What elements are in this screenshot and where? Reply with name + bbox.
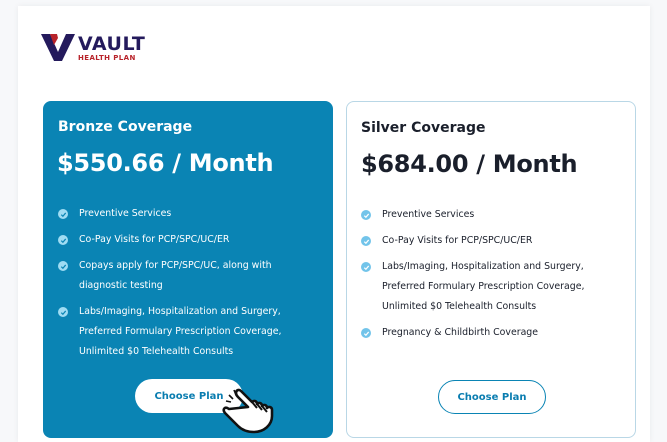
feature-text: Labs/Imaging, Hospitalization and Surger… xyxy=(79,306,282,357)
feature-text: Co-Pay Visits for PCP/SPC/UC/ER xyxy=(382,235,533,246)
feature-item: Copays apply for PCP/SPC/UC, along with … xyxy=(58,256,320,296)
check-circle-icon xyxy=(361,328,371,338)
plan-price: $550.66 / Month xyxy=(57,149,274,177)
check-circle-icon xyxy=(58,209,68,219)
check-circle-icon xyxy=(58,261,68,271)
feature-item: Preventive Services xyxy=(58,204,320,224)
vault-logo[interactable]: VAULT HEALTH PLAN xyxy=(41,34,145,68)
vault-v-logo-icon xyxy=(41,34,75,61)
check-circle-icon xyxy=(361,236,371,246)
feature-list: Preventive Services Co-Pay Visits for PC… xyxy=(58,204,320,368)
feature-text: Copays apply for PCP/SPC/UC, along with … xyxy=(79,260,272,291)
plan-title: Silver Coverage xyxy=(361,120,486,136)
logo-text: VAULT HEALTH PLAN xyxy=(78,34,145,62)
plan-card-silver: Silver Coverage $684.00 / Month Preventi… xyxy=(346,101,636,438)
hand-pointer-cursor-icon xyxy=(222,388,274,434)
feature-list: Preventive Services Co-Pay Visits for PC… xyxy=(361,205,623,349)
plan-price: $684.00 / Month xyxy=(361,150,578,178)
feature-text: Labs/Imaging, Hospitalization and Surger… xyxy=(382,261,585,312)
feature-text: Co-Pay Visits for PCP/SPC/UC/ER xyxy=(79,234,230,245)
feature-item: Co-Pay Visits for PCP/SPC/UC/ER xyxy=(361,231,623,251)
feature-item: Co-Pay Visits for PCP/SPC/UC/ER xyxy=(58,230,320,250)
check-circle-icon xyxy=(361,210,371,220)
brand-name: VAULT xyxy=(78,33,146,55)
check-circle-icon xyxy=(361,262,371,272)
check-circle-icon xyxy=(58,235,68,245)
choose-plan-button[interactable]: Choose Plan xyxy=(438,380,546,414)
plan-card-bronze: Bronze Coverage $550.66 / Month Preventi… xyxy=(43,101,333,438)
feature-text: Preventive Services xyxy=(382,209,475,220)
brand-tagline: HEALTH PLAN xyxy=(78,54,136,62)
page-background: VAULT HEALTH PLAN Bronze Coverage $550.6… xyxy=(18,6,650,442)
feature-text: Preventive Services xyxy=(79,208,172,219)
feature-text: Pregnancy & Childbirth Coverage xyxy=(382,327,539,338)
feature-item: Preventive Services xyxy=(361,205,623,225)
check-circle-icon xyxy=(58,307,68,317)
feature-item: Labs/Imaging, Hospitalization and Surger… xyxy=(361,257,623,317)
feature-item: Labs/Imaging, Hospitalization and Surger… xyxy=(58,302,320,362)
plan-title: Bronze Coverage xyxy=(58,119,193,135)
feature-item: Pregnancy & Childbirth Coverage xyxy=(361,323,623,343)
